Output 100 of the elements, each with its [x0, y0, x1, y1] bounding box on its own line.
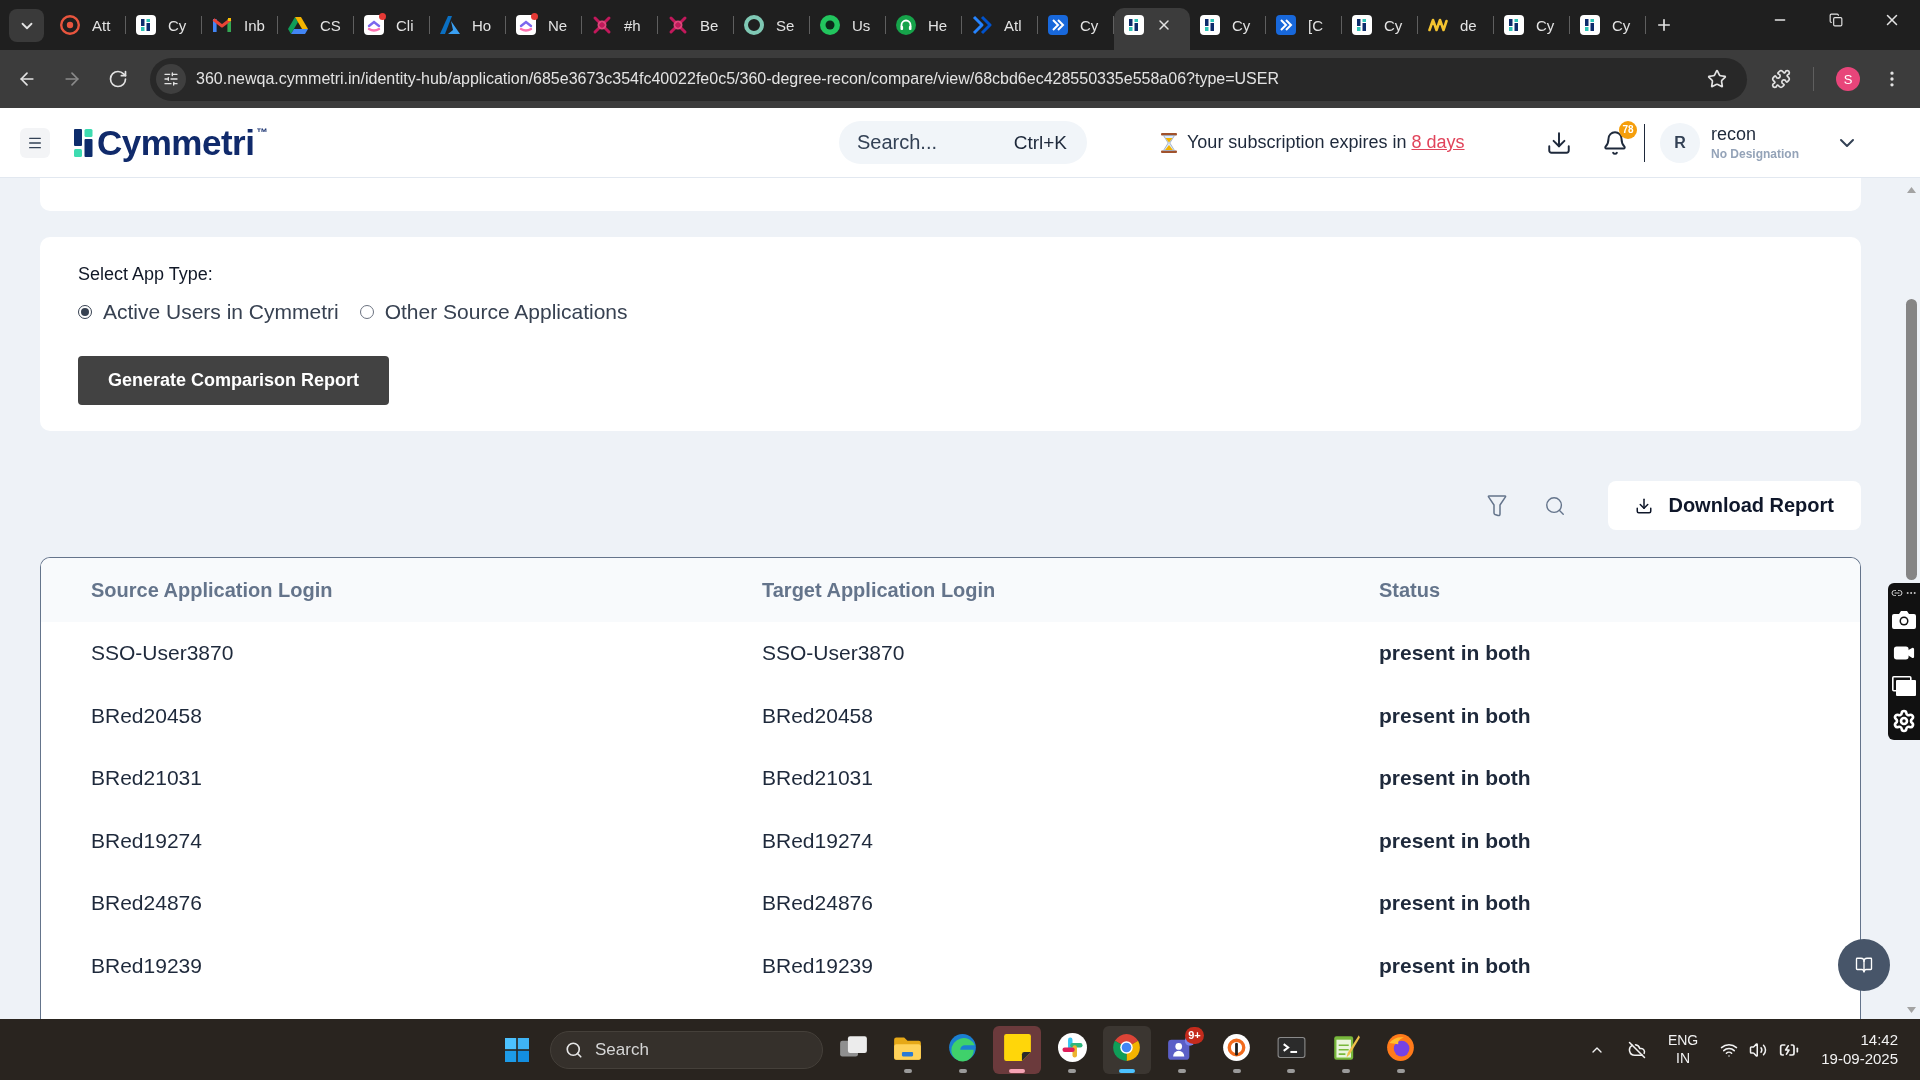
status-cell: present in both	[1379, 891, 1531, 916]
browser-tab[interactable]: He	[886, 8, 962, 50]
settings-icon[interactable]	[1892, 709, 1916, 733]
table-cell: BRed24876	[762, 891, 873, 916]
browser-tab[interactable]: Ho	[430, 8, 506, 50]
cross-icon	[592, 15, 612, 35]
menu-button[interactable]	[20, 127, 50, 158]
chevrons-tile-icon	[1276, 15, 1296, 35]
browser-tab[interactable]	[1114, 8, 1190, 50]
browser-tab[interactable]: [C	[1266, 8, 1342, 50]
browser-tab[interactable]: Se	[734, 8, 810, 50]
browser-tab[interactable]: #h	[582, 8, 658, 50]
browser-tab[interactable]: Inb	[202, 8, 278, 50]
browser-tab[interactable]: Us	[810, 8, 886, 50]
start-icon[interactable]	[505, 1037, 529, 1062]
taskbar-app-button[interactable]	[993, 1025, 1042, 1074]
logo-tile-icon	[136, 15, 156, 35]
browser-tab[interactable]: Cy	[1038, 8, 1114, 50]
orb-icon[interactable]	[1386, 1033, 1416, 1062]
logo-mark-icon	[74, 128, 93, 157]
user-name: recon	[1711, 124, 1758, 145]
logo-text: Cymmetri$^{™}$	[97, 125, 268, 160]
site-info-button[interactable]	[156, 64, 186, 94]
clock-time[interactable]: 14:42	[1860, 1032, 1898, 1048]
table-cell: BRed19274	[762, 828, 873, 853]
column-header: Target Application Login	[762, 578, 996, 602]
shortcut-hint: Ctrl+K	[1013, 131, 1067, 154]
browser-tab[interactable]: Be	[658, 8, 734, 50]
browser-tab[interactable]: Ne	[506, 8, 582, 50]
address-bar[interactable]: 360.newqa.cymmetri.in/identity-hub/application/685e3673c354fc40022fe0c5/360-degree-recon/compare/view/68cbd6ec428550335e558a06?type=USER	[150, 57, 1747, 101]
download-icon[interactable]	[1546, 129, 1572, 156]
cloud-off-icon[interactable]	[1627, 1040, 1646, 1059]
filter-icon[interactable]	[1487, 493, 1508, 518]
scrollbar-thumb[interactable]	[1905, 299, 1917, 580]
browser-tab[interactable]: Att	[50, 8, 126, 50]
bookmark-star-icon[interactable]	[1707, 69, 1727, 89]
hourglass-icon	[1161, 132, 1177, 153]
user-designation: No Designation	[1711, 147, 1799, 161]
note-icon[interactable]	[1002, 1033, 1032, 1062]
browser-tab[interactable]: Cy	[1570, 8, 1646, 50]
subscription-notice: Your subscription expires in 8 days	[1187, 132, 1465, 153]
generate-report-button[interactable]: Generate Comparison Report	[78, 356, 390, 405]
hash-icon[interactable]	[1057, 1033, 1087, 1062]
field-label: Select App Type:	[78, 263, 213, 285]
search-field[interactable]: Search... Ctrl+K	[839, 121, 1087, 164]
subscription-link[interactable]: 8 days	[1411, 132, 1465, 152]
ring-icon	[60, 15, 80, 35]
triangle-icon	[288, 15, 308, 35]
headset-icon	[896, 15, 916, 35]
status-cell: present in both	[1379, 953, 1531, 978]
reload-icon[interactable]	[108, 69, 128, 89]
download-report-button[interactable]: Download Report	[1608, 481, 1861, 530]
radio-label[interactable]: Other Source Applications	[384, 300, 628, 324]
browser-tab[interactable]: Cy	[1190, 8, 1266, 50]
user-avatar[interactable]: R	[1660, 122, 1700, 163]
link-icon[interactable]	[1891, 587, 1903, 599]
table-cell: BRed19274	[91, 828, 202, 853]
search-icon[interactable]	[1544, 494, 1567, 517]
browser-tab[interactable]: Cy	[1494, 8, 1570, 50]
taskbar-search-field[interactable]: Search	[550, 1030, 823, 1069]
region-indicator[interactable]: IN	[1676, 1051, 1691, 1066]
status-cell: present in both	[1379, 703, 1531, 728]
restore-icon[interactable]	[1829, 13, 1843, 27]
clock-date[interactable]: 19-09-2025	[1821, 1051, 1898, 1067]
language-indicator[interactable]: ENG	[1667, 1033, 1699, 1048]
check-tile-icon	[364, 15, 384, 35]
screens-icon[interactable]	[1892, 676, 1916, 696]
browser-tab[interactable]: de	[1418, 8, 1494, 50]
search-icon	[565, 1040, 583, 1059]
browser-tab[interactable]: Cy	[1342, 8, 1418, 50]
status-cell: present in both	[1379, 828, 1531, 853]
table-cell: BRed19239	[762, 953, 873, 978]
taskbar-app-button[interactable]	[1103, 1025, 1151, 1074]
close-icon[interactable]	[1156, 17, 1172, 33]
browser-tab[interactable]: Cy	[126, 8, 202, 50]
swirl-icon[interactable]	[948, 1033, 978, 1062]
download-icon	[1635, 496, 1654, 515]
book-icon	[1855, 956, 1873, 974]
browser-tab[interactable]: Cli	[354, 8, 430, 50]
taskbar-app-button[interactable]: 9+	[1157, 1025, 1206, 1074]
profile-avatar[interactable]: S	[1836, 67, 1860, 91]
table-cell: BRed20458	[91, 703, 202, 728]
mail-icon	[212, 15, 232, 35]
table-cell: SSO-User3870	[91, 641, 234, 666]
notification-badge: 78	[1619, 120, 1637, 139]
radio-label[interactable]: Active Users in Cymmetri	[103, 300, 339, 324]
column-header: Status	[1379, 578, 1441, 602]
browser-tab[interactable]: Atl	[962, 8, 1038, 50]
extensions-icon[interactable]	[1771, 69, 1791, 89]
notepad-icon[interactable]	[1331, 1033, 1361, 1062]
status-cell: present in both	[1379, 766, 1531, 791]
check-tile-icon	[516, 15, 536, 35]
help-button[interactable]	[1838, 939, 1890, 991]
camera-icon[interactable]	[1892, 610, 1916, 629]
ring-icon[interactable]	[1222, 1033, 1252, 1062]
segmented-circle-icon[interactable]	[1112, 1033, 1142, 1062]
tab-list-button[interactable]	[9, 9, 44, 42]
volume-icon[interactable]	[1749, 1040, 1768, 1059]
browser-tab[interactable]: CS	[278, 8, 354, 50]
new-tab-icon[interactable]	[1655, 16, 1673, 34]
